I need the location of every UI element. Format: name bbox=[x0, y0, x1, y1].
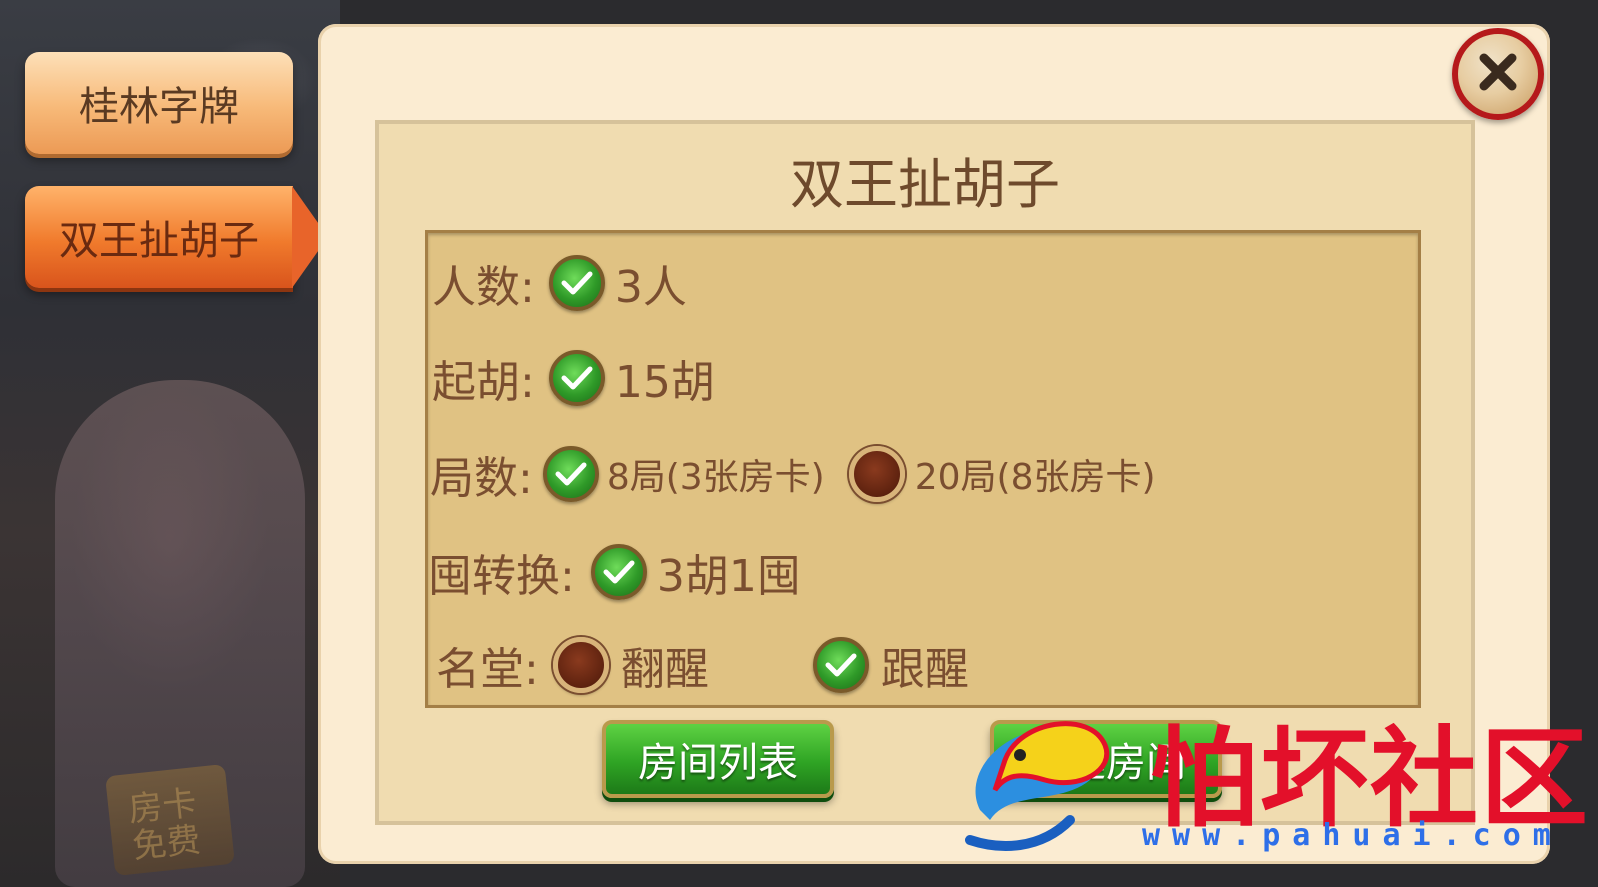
titles-option-fanxing-radio[interactable] bbox=[552, 637, 609, 693]
tab-shuangwang-chehuzi[interactable]: 双王扯胡子 bbox=[25, 186, 293, 288]
row-rounds: 局数: 8局(3张房卡) 20局(8张房卡) bbox=[430, 439, 1156, 509]
row-players: 人数: 3人 bbox=[432, 248, 687, 318]
titles-option-genxing-text[interactable]: 跟醒 bbox=[881, 633, 969, 697]
titles-option-fanxing-text[interactable]: 翻醒 bbox=[621, 633, 709, 697]
titles-label: 名堂: bbox=[436, 644, 539, 695]
check-icon bbox=[561, 271, 593, 295]
start-hu-option-text[interactable]: 15胡 bbox=[615, 346, 715, 410]
rounds-option-8-radio[interactable] bbox=[542, 446, 599, 502]
room-list-button-label: 房间列表 bbox=[638, 740, 798, 786]
rounds-option-8-text[interactable]: 8局(3张房卡) bbox=[607, 448, 825, 500]
watermark-url: www.pahuai.com bbox=[1142, 818, 1563, 853]
tab-label: 双王扯胡子 bbox=[59, 218, 259, 264]
conversion-option-text[interactable]: 3胡1囤 bbox=[657, 540, 801, 604]
players-label: 人数: bbox=[432, 262, 535, 313]
start-hu-option-radio[interactable] bbox=[548, 350, 605, 406]
tab-guilin-zipai[interactable]: 桂林字牌 bbox=[25, 52, 293, 154]
titles-option-genxing-radio[interactable] bbox=[812, 637, 869, 693]
check-icon bbox=[603, 560, 635, 584]
screen: 房卡 免费 桂林字牌 双王扯胡子 双王扯胡子 人数: 3人 起胡: 15胡 局数… bbox=[0, 0, 1598, 887]
page-title: 双王扯胡子 bbox=[790, 153, 1060, 216]
check-icon bbox=[561, 366, 593, 390]
players-option-radio[interactable] bbox=[548, 255, 605, 311]
start-hu-label: 起胡: bbox=[432, 357, 535, 408]
conversion-label: 囤转换: bbox=[428, 551, 575, 602]
rounds-option-20-radio[interactable] bbox=[848, 446, 905, 502]
room-list-button[interactable]: 房间列表 bbox=[602, 720, 834, 798]
conversion-option-radio[interactable] bbox=[590, 544, 647, 600]
rounds-label: 局数: bbox=[430, 453, 533, 504]
room-card-label: 房卡 免费 bbox=[126, 783, 203, 868]
close-icon bbox=[1476, 50, 1520, 98]
room-card-icon: 房卡 免费 bbox=[105, 764, 235, 876]
check-icon bbox=[825, 653, 857, 677]
tab-label: 桂林字牌 bbox=[79, 84, 239, 130]
check-icon bbox=[555, 462, 587, 486]
watermark-fish-logo bbox=[950, 700, 1120, 860]
close-button[interactable] bbox=[1452, 28, 1544, 120]
row-start-hu: 起胡: 15胡 bbox=[432, 343, 715, 413]
row-titles: 名堂: 翻醒 跟醒 bbox=[436, 630, 969, 700]
rounds-option-20-text[interactable]: 20局(8张房卡) bbox=[915, 448, 1156, 500]
players-option-text[interactable]: 3人 bbox=[615, 251, 687, 315]
row-conversion: 囤转换: 3胡1囤 bbox=[428, 537, 801, 607]
